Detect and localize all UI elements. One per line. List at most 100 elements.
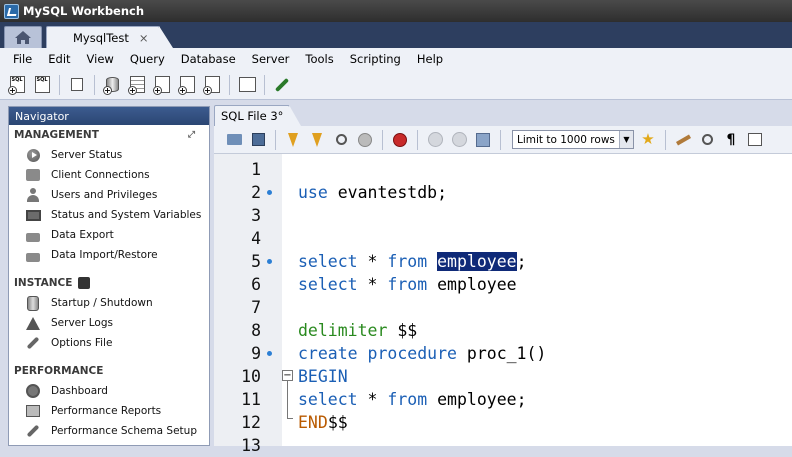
- code-line-6: select * from employee: [298, 275, 517, 294]
- user-icon: [25, 187, 41, 203]
- mysql-workbench-icon: [4, 3, 19, 19]
- nav-options-file[interactable]: Options File: [9, 333, 209, 353]
- execute-icon[interactable]: [283, 130, 303, 150]
- autocommit-icon[interactable]: [473, 130, 493, 150]
- gutter-line: 1: [214, 158, 792, 181]
- create-table-icon[interactable]: +: [126, 74, 148, 96]
- menu-scripting[interactable]: Scripting: [342, 52, 409, 66]
- code-line-8: delimiter $$: [298, 321, 418, 340]
- window-titlebar: MySQL Workbench: [0, 0, 792, 22]
- import-icon: [25, 247, 41, 263]
- new-sql-tab-icon[interactable]: SQL +: [6, 74, 28, 96]
- toolbar-divider: [94, 74, 95, 95]
- close-tab-icon[interactable]: ×: [139, 31, 149, 45]
- tab-mysqltest[interactable]: MysqlTest ×: [46, 26, 172, 48]
- limit-rows-select[interactable]: Limit to 1000 rows ▼: [512, 130, 634, 149]
- rollback-icon: [449, 130, 469, 150]
- home-tab[interactable]: [4, 26, 42, 48]
- window-title: MySQL Workbench: [23, 4, 145, 18]
- menu-bar: File Edit View Query Database Server Too…: [0, 48, 792, 70]
- fold-toggle-icon[interactable]: −: [282, 370, 293, 381]
- nav-server-logs[interactable]: Server Logs: [9, 313, 209, 333]
- nav-performance-schema-setup[interactable]: Performance Schema Setup: [9, 421, 209, 441]
- commit-icon: [425, 130, 445, 150]
- code-line-2: use evantestdb;: [298, 183, 448, 202]
- home-icon: [15, 31, 31, 44]
- invisible-chars-icon[interactable]: ¶: [721, 130, 741, 150]
- chevron-down-icon: ▼: [619, 131, 633, 148]
- menu-database[interactable]: Database: [173, 52, 244, 66]
- play-circle-icon: [25, 147, 41, 163]
- nav-client-connections[interactable]: Client Connections: [9, 165, 209, 185]
- create-schema-icon[interactable]: +: [101, 74, 123, 96]
- sql-tab-label: SQL File 3°: [221, 109, 284, 123]
- instance-icon: [78, 277, 91, 289]
- code-line-10: − BEGIN: [282, 367, 348, 386]
- navigator-panel: Navigator MANAGEMENT ⤢ Server Status Cli…: [8, 106, 210, 446]
- line-number: 7: [251, 298, 261, 317]
- menu-server[interactable]: Server: [244, 52, 298, 66]
- code-line-12: END$$: [298, 413, 348, 432]
- nav-data-export[interactable]: Data Export: [9, 225, 209, 245]
- toolbar-divider: [417, 129, 418, 150]
- wrench-icon: [25, 335, 41, 351]
- nav-performance-reports[interactable]: Performance Reports: [9, 401, 209, 421]
- execute-current-icon[interactable]: [307, 130, 327, 150]
- stop-icon[interactable]: [355, 130, 375, 150]
- monitor-icon: [25, 207, 41, 223]
- code-line-5: select * from employee;: [298, 252, 527, 271]
- find-icon[interactable]: [697, 130, 717, 150]
- nav-data-import[interactable]: Data Import/Restore: [9, 245, 209, 265]
- export-icon: [25, 227, 41, 243]
- line-number: 4: [251, 229, 261, 248]
- open-folder-icon[interactable]: [224, 130, 244, 150]
- gutter-line: 4: [214, 227, 792, 250]
- create-function-icon[interactable]: +: [201, 74, 223, 96]
- menu-query[interactable]: Query: [122, 52, 173, 66]
- limit-rows-value: Limit to 1000 rows: [517, 133, 615, 146]
- section-performance: PERFORMANCE: [14, 365, 104, 377]
- explain-icon[interactable]: [331, 130, 351, 150]
- toolbar-divider: [275, 129, 276, 150]
- switch-icon: [25, 295, 41, 311]
- section-management: MANAGEMENT ⤢: [14, 129, 195, 141]
- menu-tools[interactable]: Tools: [297, 52, 341, 66]
- menu-view[interactable]: View: [79, 52, 122, 66]
- warning-icon: [25, 315, 41, 331]
- inspector-icon[interactable]: [66, 74, 88, 96]
- sql-editor[interactable]: 1 2 3 4 5 6 7 8 9 10 11 12 13 use evantestdb; select…: [214, 154, 792, 455]
- tab-sql-file[interactable]: SQL File 3°: [214, 105, 302, 126]
- reconnect-icon[interactable]: [271, 74, 293, 96]
- search-table-icon[interactable]: [236, 74, 258, 96]
- create-procedure-icon[interactable]: +: [176, 74, 198, 96]
- editor-tabbar: SQL File 3°: [214, 104, 792, 126]
- nav-dashboard[interactable]: Dashboard: [9, 381, 209, 401]
- nav-users-privileges[interactable]: Users and Privileges: [9, 185, 209, 205]
- wrap-lines-icon[interactable]: [745, 130, 765, 150]
- fold-guide-end: [287, 418, 293, 419]
- schema-setup-icon: [25, 423, 41, 439]
- beautify-icon[interactable]: [673, 130, 693, 150]
- add-snippet-icon[interactable]: ★: [638, 130, 658, 150]
- section-instance: INSTANCE: [9, 273, 209, 293]
- open-sql-file-icon[interactable]: SQL: [31, 74, 53, 96]
- toggle-error-icon[interactable]: [390, 130, 410, 150]
- save-icon[interactable]: [248, 130, 268, 150]
- nav-server-status[interactable]: Server Status: [9, 145, 209, 165]
- menu-file[interactable]: File: [5, 52, 40, 66]
- dashboard-icon: [25, 383, 41, 399]
- menu-help[interactable]: Help: [409, 52, 451, 66]
- line-number: 3: [251, 206, 261, 225]
- toolbar-divider: [59, 74, 60, 95]
- navigator-title: Navigator: [9, 107, 209, 125]
- connection-tabbar: MysqlTest ×: [0, 22, 792, 48]
- toolbar-divider: [264, 74, 265, 95]
- create-view-icon[interactable]: +: [151, 74, 173, 96]
- expand-icon[interactable]: ⤢: [188, 130, 195, 140]
- nav-status-variables[interactable]: Status and System Variables: [9, 205, 209, 225]
- nav-startup-shutdown[interactable]: Startup / Shutdown: [9, 293, 209, 313]
- report-icon: [25, 403, 41, 419]
- toolbar-divider: [665, 129, 666, 150]
- editor-toolbar: Limit to 1000 rows ▼ ★ ¶: [214, 126, 792, 154]
- menu-edit[interactable]: Edit: [40, 52, 78, 66]
